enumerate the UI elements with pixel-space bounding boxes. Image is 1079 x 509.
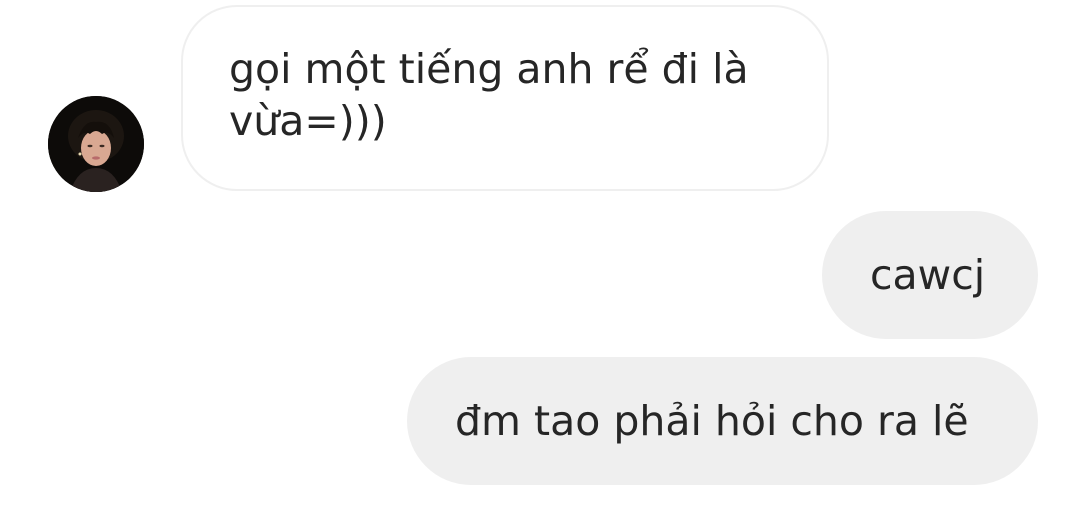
message-text: cawcj <box>870 251 986 299</box>
contact-avatar[interactable] <box>48 96 144 192</box>
profile-photo-icon <box>48 96 144 192</box>
message-text-line: gọi một tiếng anh rể đi là <box>229 45 749 93</box>
message-thread: gọi một tiếng anh rể đi là vừa=))) cawcj… <box>0 0 1079 509</box>
outgoing-message-bubble[interactable]: cawcj <box>822 211 1038 339</box>
incoming-message-bubble[interactable]: gọi một tiếng anh rể đi là vừa=))) <box>181 5 829 191</box>
outgoing-message-bubble[interactable]: đm tao phải hỏi cho ra lẽ <box>407 357 1038 485</box>
message-text-line: vừa=))) <box>229 97 387 145</box>
message-text: đm tao phải hỏi cho ra lẽ <box>455 397 969 445</box>
